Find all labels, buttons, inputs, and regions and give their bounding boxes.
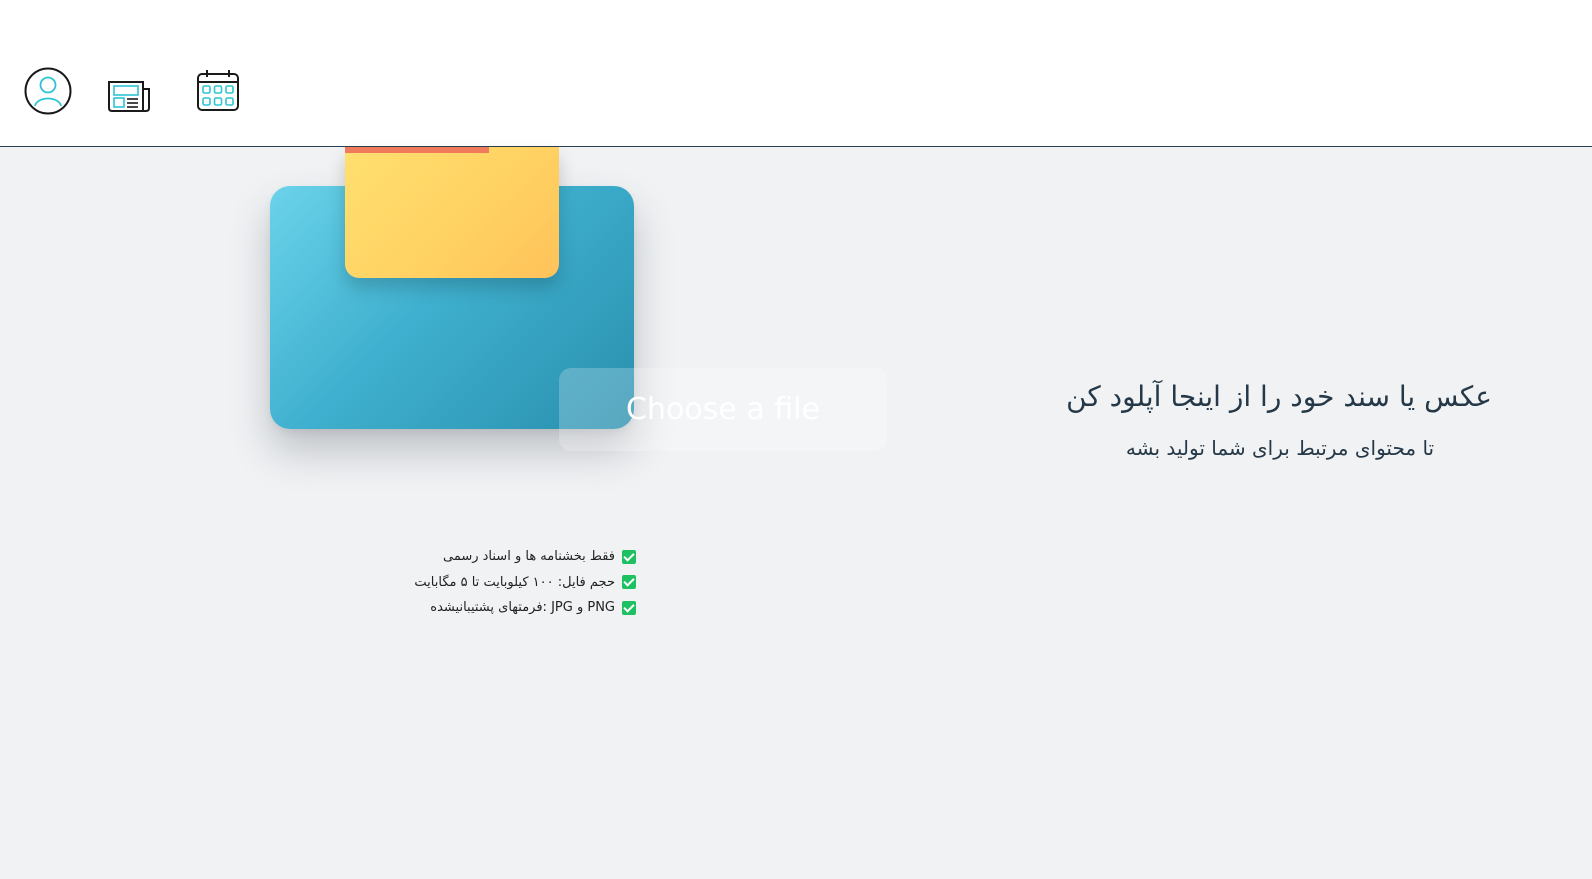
- news-icon[interactable]: [106, 76, 152, 114]
- folder-tab: [345, 147, 489, 153]
- check-icon: [622, 575, 636, 590]
- folder-icon: [345, 147, 559, 278]
- requirement-text: حجم فایل: ۱۰۰ کیلوبایت تا ۵ مگابایت: [414, 574, 615, 590]
- upload-section: Choose a file فقط بخشنامه ها و اسناد رسم…: [0, 147, 1592, 879]
- choose-file-button[interactable]: Choose a file: [559, 368, 887, 451]
- page-subheadline: تا محتوای مرتبط برای شما تولید بشه: [1125, 436, 1435, 460]
- upload-requirements-list: فقط بخشنامه ها و اسناد رسمی حجم فایل: ۱۰…: [380, 544, 636, 621]
- check-icon: [622, 549, 636, 564]
- requirement-item: حجم فایل: ۱۰۰ کیلوبایت تا ۵ مگابایت: [380, 570, 636, 596]
- check-icon: [622, 600, 636, 615]
- requirement-text: PNG و JPG :فرمتهای پشتیبانیشده: [430, 600, 615, 616]
- user-profile-icon[interactable]: [24, 67, 72, 115]
- page-headline: عکس یا سند خود را از اینجا آپلود کن: [1066, 380, 1492, 413]
- top-navigation-bar: [0, 0, 1592, 147]
- calendar-icon[interactable]: [196, 68, 240, 112]
- requirement-item: فقط بخشنامه ها و اسناد رسمی: [380, 544, 636, 570]
- requirement-text: فقط بخشنامه ها و اسناد رسمی: [442, 549, 615, 565]
- requirement-item: PNG و JPG :فرمتهای پشتیبانیشده: [380, 595, 636, 621]
